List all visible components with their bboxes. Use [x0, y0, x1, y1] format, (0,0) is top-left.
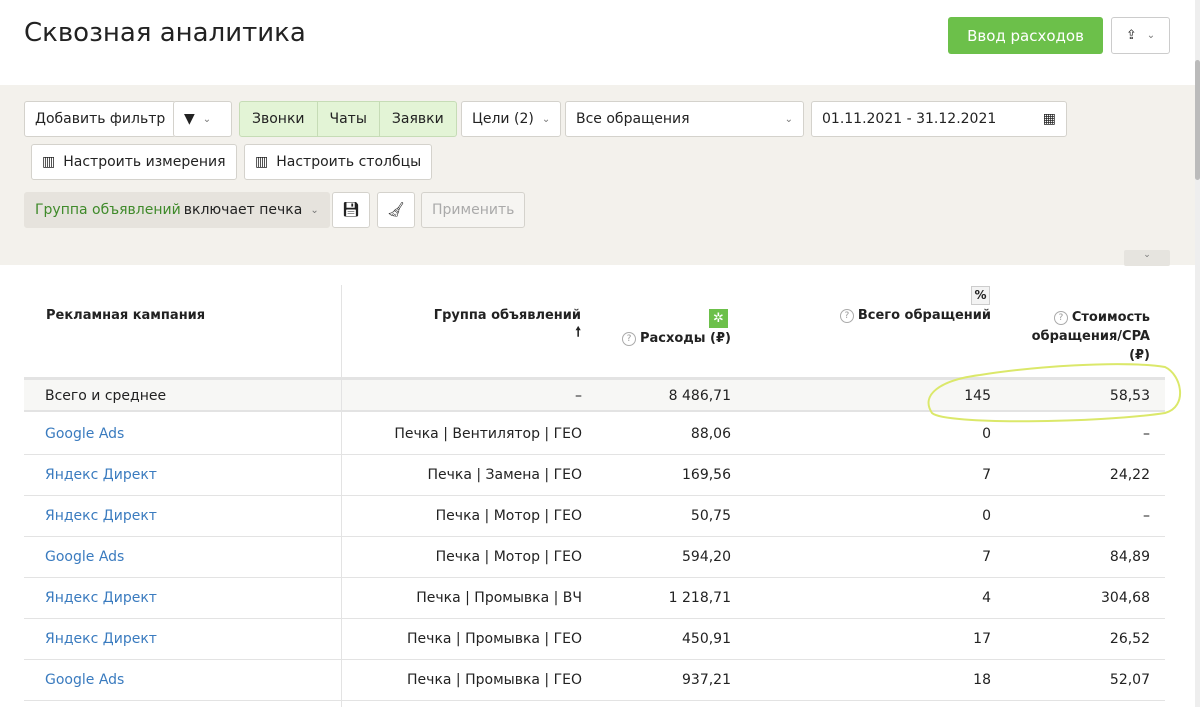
table-row: Яндекс Директ Печка | Замена | ГЕО 169,56 7…	[24, 455, 1165, 496]
filter-condition: включает печка	[183, 202, 303, 218]
tab-chats[interactable]: Чаты	[318, 102, 380, 136]
funnel-icon: ▼	[184, 111, 195, 127]
percent-toggle[interactable]: %	[971, 286, 990, 305]
campaign-link[interactable]: Яндекс Директ	[45, 631, 157, 647]
campaign-link[interactable]: Google Ads	[45, 672, 124, 688]
group-cell: Печка | Мотор | ГЕО	[435, 508, 582, 524]
header-expenses[interactable]: ? Расходы (₽)	[621, 331, 731, 346]
cpa-cell: 84,89	[1109, 549, 1150, 565]
highlight-annotation	[927, 363, 1182, 423]
chevron-down-icon: ⌄	[1146, 30, 1156, 41]
group-cell: Печка | Промывка | ВЧ	[416, 590, 582, 606]
table-row: Яндекс Директ Печка | Мотор | ГЕО 50,75 0 –	[24, 496, 1165, 537]
total-cell: 18	[973, 672, 991, 688]
total-cell: 0	[982, 508, 991, 524]
table-row: Google Ads Печка | Промывка | ГЕО 937,21 18…	[24, 660, 1165, 701]
collapse-toolbar-button[interactable]: ⌄	[1124, 250, 1170, 266]
total-cell: 7	[982, 467, 991, 483]
columns-label: Настроить столбцы	[276, 154, 422, 170]
group-cell: Печка | Промывка | ГЕО	[407, 672, 582, 688]
expenses-cell: 169,56	[682, 467, 731, 483]
total-label: Всего и среднее	[45, 388, 167, 404]
grid-icon: ▥	[255, 154, 269, 170]
upload-icon: ⇪	[1125, 28, 1137, 43]
configure-columns-button[interactable]: ▥ Настроить столбцы	[244, 144, 433, 180]
chevron-down-icon: ⌄	[202, 113, 212, 125]
expenses-cell: 594,20	[682, 549, 731, 565]
help-icon: ?	[1053, 311, 1068, 325]
calendar-icon: ▦	[1042, 111, 1056, 127]
chevron-down-icon: ⌄	[784, 113, 793, 125]
enter-expenses-button[interactable]: Ввод расходов	[948, 17, 1103, 54]
expenses-cell: 937,21	[682, 672, 731, 688]
cpa-cell: 24,22	[1109, 467, 1150, 483]
header-total[interactable]: ? Всего обращений	[839, 308, 991, 323]
save-button[interactable]: 💾︎	[332, 192, 370, 228]
chevron-down-icon: ⌄	[310, 204, 319, 216]
active-filter-chip[interactable]: Группа объявлений включает печка ⌄	[24, 192, 330, 228]
add-filter-button[interactable]: Добавить фильтр	[24, 101, 177, 137]
sort-arrow-icon: 🠕	[575, 325, 581, 340]
floppy-icon: 💾︎	[342, 202, 360, 218]
apply-button[interactable]: Применить	[421, 192, 526, 228]
scrollbar[interactable]	[1195, 0, 1200, 707]
date-range-value: 01.11.2021 - 31.12.2021	[822, 111, 997, 127]
grid-icon: ▥	[42, 154, 56, 170]
expenses-cell: 50,75	[690, 508, 731, 524]
page-header: Сквозная аналитика Ввод расходов ⇪ ⌄	[0, 0, 1200, 85]
campaign-link[interactable]: Яндекс Директ	[45, 590, 157, 606]
cpa-cell: 304,68	[1101, 590, 1150, 606]
date-range-input[interactable]: 01.11.2021 - 31.12.2021 ▦	[811, 101, 1067, 137]
cpa-cell: 26,52	[1109, 631, 1150, 647]
expenses-cell: 450,91	[682, 631, 731, 647]
header-expenses-label: Расходы (₽)	[639, 331, 731, 346]
chevron-down-icon: ⌄	[541, 113, 551, 125]
group-cell: Печка | Промывка | ГЕО	[407, 631, 582, 647]
expenses-cell: 88,06	[690, 426, 731, 442]
configure-dimensions-button[interactable]: ▥ Настроить измерения	[31, 144, 237, 180]
filter-dropdown[interactable]: ▼ ⌄	[173, 101, 232, 137]
help-icon: ?	[621, 332, 636, 346]
total-expenses: 8 486,71	[668, 388, 731, 404]
total-cell: 17	[973, 631, 991, 647]
tab-calls[interactable]: Звонки	[240, 102, 318, 136]
type-toggle: Звонки Чаты Заявки	[239, 101, 457, 137]
header-campaign[interactable]: Рекламная кампания	[46, 308, 205, 323]
tab-requests[interactable]: Заявки	[380, 102, 456, 136]
total-cell: 7	[982, 549, 991, 565]
campaign-link[interactable]: Яндекс Директ	[45, 467, 157, 483]
separator	[0, 245, 1195, 265]
campaign-link[interactable]: Яндекс Директ	[45, 508, 157, 524]
clear-button[interactable]: 🧹︎	[377, 192, 415, 228]
goals-label: Цели (2)	[472, 111, 534, 127]
filter-field: Группа объявлений	[35, 202, 181, 218]
broom-icon: 🧹︎	[387, 202, 405, 218]
campaign-link[interactable]: Google Ads	[45, 426, 124, 442]
cpa-cell: 52,07	[1109, 672, 1150, 688]
dimensions-label: Настроить измерения	[63, 154, 226, 170]
expenses-cell: 1 218,71	[668, 590, 731, 606]
cpa-cell: –	[1143, 508, 1150, 524]
header-total-label: Всего обращений	[857, 308, 991, 323]
help-icon: ?	[839, 309, 854, 323]
group-cell: Печка | Мотор | ГЕО	[435, 549, 582, 565]
total-group: –	[575, 388, 582, 404]
gear-icon[interactable]: ✲	[709, 309, 728, 328]
column-divider	[341, 285, 342, 707]
header-group-label: Группа объявлений	[433, 308, 581, 323]
table-row: Яндекс Директ Печка | Промывка | ГЕО 450,9…	[24, 619, 1165, 660]
page-title: Сквозная аналитика	[24, 18, 306, 48]
campaign-link[interactable]: Google Ads	[45, 549, 124, 565]
table-row: Google Ads Печка | Мотор | ГЕО 594,20 7 84,8…	[24, 537, 1165, 578]
header-group[interactable]: Группа объявлений 🠕	[434, 308, 581, 345]
table-row: Яндекс Директ Печка | Промывка | ВЧ 1 218,…	[24, 578, 1165, 619]
export-button[interactable]: ⇪ ⌄	[1111, 17, 1170, 54]
total-cell: 4	[982, 590, 991, 606]
goals-dropdown[interactable]: Цели (2) ⌄	[461, 101, 562, 137]
group-cell: Печка | Вентилятор | ГЕО	[394, 426, 582, 442]
requests-select-value: Все обращения	[576, 111, 690, 127]
group-cell: Печка | Замена | ГЕО	[427, 467, 582, 483]
requests-select[interactable]: Все обращения ⌄	[565, 101, 804, 137]
